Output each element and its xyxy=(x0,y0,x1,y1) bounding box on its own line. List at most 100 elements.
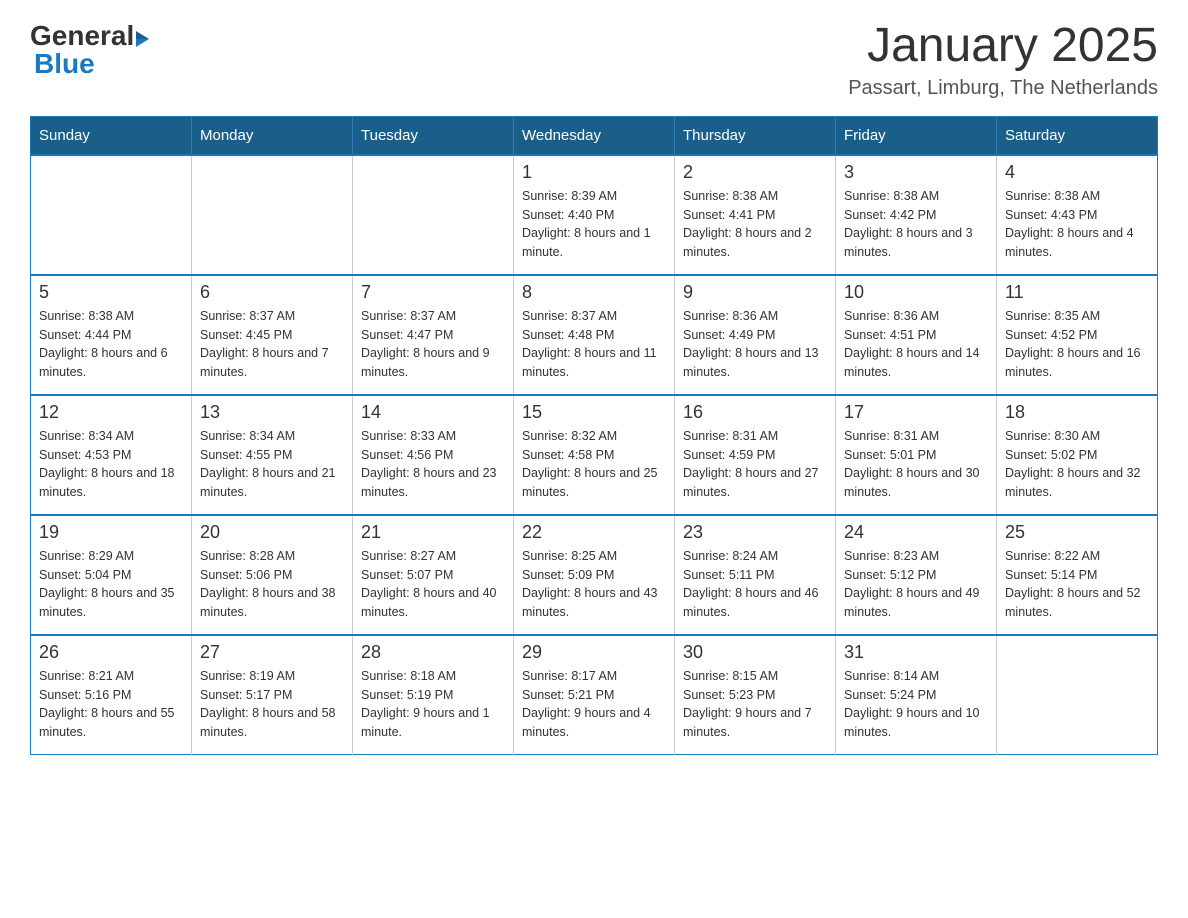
day-number: 21 xyxy=(361,522,505,543)
day-info: Sunrise: 8:28 AMSunset: 5:06 PMDaylight:… xyxy=(200,547,344,622)
day-number: 31 xyxy=(844,642,988,663)
day-info: Sunrise: 8:38 AMSunset: 4:43 PMDaylight:… xyxy=(1005,187,1149,262)
calendar-day-24: 24 Sunrise: 8:23 AMSunset: 5:12 PMDayligh… xyxy=(836,515,997,635)
calendar-week-4: 19Sunrise: 8:29 AMSunset: 5:04 PMDayligh… xyxy=(31,515,1158,635)
day-info: Sunrise: 8:14 AMSunset: 5:24 PMDaylight:… xyxy=(844,667,988,742)
day-number: 30 xyxy=(683,642,827,663)
calendar-day-23: 23 Sunrise: 8:24 AMSunset: 5:11 PMDayligh… xyxy=(675,515,836,635)
calendar-header-row: SundayMondayTuesdayWednesdayThursdayFrid… xyxy=(31,116,1158,155)
calendar-day-31: 31 Sunrise: 8:14 AMSunset: 5:24 PMDayligh… xyxy=(836,635,997,755)
day-info: Sunrise: 8:37 AMSunset: 4:47 PMDaylight:… xyxy=(361,307,505,382)
day-number: 3 xyxy=(844,162,988,183)
day-info: Sunrise: 8:21 AMSunset: 5:16 PMDaylight:… xyxy=(39,667,183,742)
calendar-day-26: 26Sunrise: 8:21 AMSunset: 5:16 PMDayligh… xyxy=(31,635,192,755)
day-info: Sunrise: 8:38 AMSunset: 4:44 PMDaylight:… xyxy=(39,307,183,382)
calendar-day-6: 6 Sunrise: 8:37 AMSunset: 4:45 PMDaylight… xyxy=(192,275,353,395)
calendar-day-11: 11 Sunrise: 8:35 AMSunset: 4:52 PMDayligh… xyxy=(997,275,1158,395)
day-info: Sunrise: 8:31 AMSunset: 4:59 PMDaylight:… xyxy=(683,427,827,502)
calendar-day-9: 9 Sunrise: 8:36 AMSunset: 4:49 PMDaylight… xyxy=(675,275,836,395)
day-number: 4 xyxy=(1005,162,1149,183)
calendar: SundayMondayTuesdayWednesdayThursdayFrid… xyxy=(30,116,1158,756)
day-number: 25 xyxy=(1005,522,1149,543)
calendar-day-17: 17 Sunrise: 8:31 AMSunset: 5:01 PMDayligh… xyxy=(836,395,997,515)
calendar-day-7: 7Sunrise: 8:37 AMSunset: 4:47 PMDaylight… xyxy=(353,275,514,395)
calendar-day-5: 5Sunrise: 8:38 AMSunset: 4:44 PMDaylight… xyxy=(31,275,192,395)
calendar-header-thursday: Thursday xyxy=(675,116,836,155)
calendar-empty-cell xyxy=(997,635,1158,755)
calendar-day-20: 20 Sunrise: 8:28 AMSunset: 5:06 PMDayligh… xyxy=(192,515,353,635)
day-info: Sunrise: 8:23 AMSunset: 5:12 PMDaylight:… xyxy=(844,547,988,622)
day-number: 19 xyxy=(39,522,183,543)
day-info: Sunrise: 8:38 AMSunset: 4:41 PMDaylight:… xyxy=(683,187,827,262)
day-info: Sunrise: 8:17 AMSunset: 5:21 PMDaylight:… xyxy=(522,667,666,742)
day-number: 12 xyxy=(39,402,183,423)
calendar-day-30: 30Sunrise: 8:15 AMSunset: 5:23 PMDayligh… xyxy=(675,635,836,755)
day-number: 17 xyxy=(844,402,988,423)
day-number: 24 xyxy=(844,522,988,543)
subtitle: Passart, Limburg, The Netherlands xyxy=(848,77,1158,100)
calendar-header-friday: Friday xyxy=(836,116,997,155)
logo: General Blue xyxy=(30,20,149,80)
day-info: Sunrise: 8:32 AMSunset: 4:58 PMDaylight:… xyxy=(522,427,666,502)
day-number: 16 xyxy=(683,402,827,423)
header: General Blue January 2025 Passart, Limbu… xyxy=(30,20,1158,100)
day-number: 15 xyxy=(522,402,666,423)
day-number: 2 xyxy=(683,162,827,183)
calendar-week-2: 5Sunrise: 8:38 AMSunset: 4:44 PMDaylight… xyxy=(31,275,1158,395)
calendar-empty-cell xyxy=(31,155,192,275)
day-info: Sunrise: 8:18 AMSunset: 5:19 PMDaylight:… xyxy=(361,667,505,742)
calendar-day-15: 15 Sunrise: 8:32 AMSunset: 4:58 PMDayligh… xyxy=(514,395,675,515)
day-info: Sunrise: 8:39 AMSunset: 4:40 PMDaylight:… xyxy=(522,187,666,262)
day-number: 14 xyxy=(361,402,505,423)
day-info: Sunrise: 8:33 AMSunset: 4:56 PMDaylight:… xyxy=(361,427,505,502)
calendar-day-10: 10 Sunrise: 8:36 AMSunset: 4:51 PMDayligh… xyxy=(836,275,997,395)
day-info: Sunrise: 8:24 AMSunset: 5:11 PMDaylight:… xyxy=(683,547,827,622)
calendar-day-8: 8 Sunrise: 8:37 AMSunset: 4:48 PMDaylight… xyxy=(514,275,675,395)
day-number: 22 xyxy=(522,522,666,543)
calendar-day-13: 13Sunrise: 8:34 AMSunset: 4:55 PMDayligh… xyxy=(192,395,353,515)
calendar-day-16: 16 Sunrise: 8:31 AMSunset: 4:59 PMDayligh… xyxy=(675,395,836,515)
calendar-day-19: 19Sunrise: 8:29 AMSunset: 5:04 PMDayligh… xyxy=(31,515,192,635)
day-info: Sunrise: 8:36 AMSunset: 4:49 PMDaylight:… xyxy=(683,307,827,382)
logo-blue-text: Blue xyxy=(34,48,149,80)
day-number: 28 xyxy=(361,642,505,663)
day-info: Sunrise: 8:30 AMSunset: 5:02 PMDaylight:… xyxy=(1005,427,1149,502)
day-info: Sunrise: 8:38 AMSunset: 4:42 PMDaylight:… xyxy=(844,187,988,262)
day-number: 1 xyxy=(522,162,666,183)
day-number: 10 xyxy=(844,282,988,303)
calendar-header-saturday: Saturday xyxy=(997,116,1158,155)
calendar-week-3: 12Sunrise: 8:34 AMSunset: 4:53 PMDayligh… xyxy=(31,395,1158,515)
calendar-day-1: 1 Sunrise: 8:39 AMSunset: 4:40 PMDaylight… xyxy=(514,155,675,275)
calendar-header-sunday: Sunday xyxy=(31,116,192,155)
day-number: 23 xyxy=(683,522,827,543)
title-area: January 2025 Passart, Limburg, The Nethe… xyxy=(848,20,1158,100)
calendar-day-29: 29 Sunrise: 8:17 AMSunset: 5:21 PMDayligh… xyxy=(514,635,675,755)
calendar-day-12: 12Sunrise: 8:34 AMSunset: 4:53 PMDayligh… xyxy=(31,395,192,515)
day-info: Sunrise: 8:37 AMSunset: 4:48 PMDaylight:… xyxy=(522,307,666,382)
day-info: Sunrise: 8:37 AMSunset: 4:45 PMDaylight:… xyxy=(200,307,344,382)
day-info: Sunrise: 8:25 AMSunset: 5:09 PMDaylight:… xyxy=(522,547,666,622)
day-info: Sunrise: 8:19 AMSunset: 5:17 PMDaylight:… xyxy=(200,667,344,742)
calendar-day-18: 18Sunrise: 8:30 AMSunset: 5:02 PMDayligh… xyxy=(997,395,1158,515)
page-title: January 2025 xyxy=(848,20,1158,73)
day-number: 9 xyxy=(683,282,827,303)
day-info: Sunrise: 8:31 AMSunset: 5:01 PMDaylight:… xyxy=(844,427,988,502)
calendar-day-14: 14 Sunrise: 8:33 AMSunset: 4:56 PMDayligh… xyxy=(353,395,514,515)
calendar-day-4: 4 Sunrise: 8:38 AMSunset: 4:43 PMDaylight… xyxy=(997,155,1158,275)
day-info: Sunrise: 8:22 AMSunset: 5:14 PMDaylight:… xyxy=(1005,547,1149,622)
calendar-day-25: 25 Sunrise: 8:22 AMSunset: 5:14 PMDayligh… xyxy=(997,515,1158,635)
day-info: Sunrise: 8:34 AMSunset: 4:55 PMDaylight:… xyxy=(200,427,344,502)
day-info: Sunrise: 8:36 AMSunset: 4:51 PMDaylight:… xyxy=(844,307,988,382)
day-info: Sunrise: 8:35 AMSunset: 4:52 PMDaylight:… xyxy=(1005,307,1149,382)
day-number: 11 xyxy=(1005,282,1149,303)
day-number: 6 xyxy=(200,282,344,303)
day-number: 20 xyxy=(200,522,344,543)
day-number: 29 xyxy=(522,642,666,663)
day-info: Sunrise: 8:27 AMSunset: 5:07 PMDaylight:… xyxy=(361,547,505,622)
day-number: 27 xyxy=(200,642,344,663)
calendar-day-2: 2 Sunrise: 8:38 AMSunset: 4:41 PMDaylight… xyxy=(675,155,836,275)
calendar-empty-cell xyxy=(353,155,514,275)
calendar-empty-cell xyxy=(192,155,353,275)
calendar-header-tuesday: Tuesday xyxy=(353,116,514,155)
day-number: 8 xyxy=(522,282,666,303)
